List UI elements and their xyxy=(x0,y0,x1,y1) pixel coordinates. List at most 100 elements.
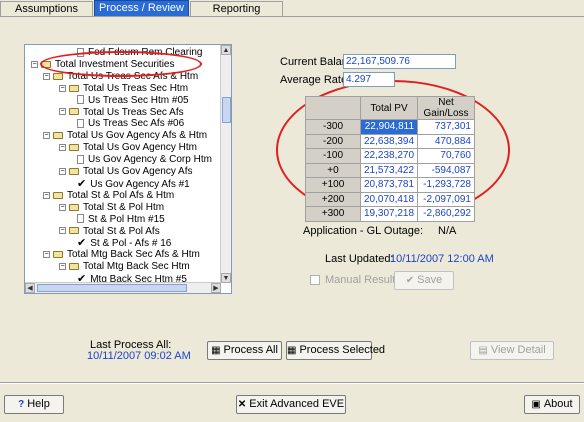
tree-item[interactable]: ✔ St & Pol - Afs # 16 xyxy=(77,237,171,249)
tree-item-label: Total Mtg Back Sec Afs & Htm xyxy=(67,249,200,261)
tree-item[interactable]: − Total St & Pol Afs xyxy=(59,226,160,238)
securities-tree[interactable]: ✔ Mtg Back Sec Htm #5− Total Mtg Back Sec … xyxy=(24,44,232,294)
tab-assumptions[interactable]: Assumptions xyxy=(0,1,93,17)
net-gain-loss-cell[interactable]: 737,301 xyxy=(417,119,475,135)
tree-item[interactable]: Us Treas Sec Htm #05 xyxy=(77,95,189,107)
collapse-icon[interactable]: − xyxy=(59,144,66,152)
tree-item-label: Us Gov Agency Afs #1 xyxy=(90,178,190,190)
header-total-pv: Total PV xyxy=(359,96,419,120)
table-row[interactable]: -100 22,238,270 70,760 xyxy=(305,148,475,164)
average-rate-field[interactable]: 4.297 xyxy=(343,72,395,87)
tree-horizontal-scrollbar[interactable]: ◀ ▶ xyxy=(25,282,221,293)
total-pv-cell[interactable]: 22,904,811 xyxy=(359,119,419,135)
footer-separator-highlight xyxy=(0,383,584,384)
tree-item-label: St & Pol Htm #15 xyxy=(88,213,165,225)
collapse-icon[interactable]: − xyxy=(59,167,66,175)
tree-item[interactable]: − Total Us Gov Agency Afs xyxy=(59,166,193,178)
total-pv-cell[interactable]: 22,238,270 xyxy=(359,148,419,164)
tree-item-label: Total Us Treas Sec Afs xyxy=(83,106,184,118)
document-icon xyxy=(77,154,84,164)
document-icon xyxy=(77,95,84,105)
net-gain-loss-cell[interactable]: -2,097,091 xyxy=(417,191,475,207)
tree-item[interactable]: Us Gov Agency & Corp Htm xyxy=(77,154,212,166)
tree-item[interactable]: St & Pol Htm #15 xyxy=(77,214,165,226)
net-gain-loss-cell[interactable]: 70,760 xyxy=(417,148,475,164)
tree-item[interactable]: − Total St & Pol Htm xyxy=(59,202,164,214)
table-row[interactable]: +0 21,573,422 -594,087 xyxy=(305,162,475,178)
tree-item-label: Total St & Pol Afs xyxy=(83,225,160,237)
save-button-label: Save xyxy=(417,274,443,286)
tree-item-label: Total Mtg Back Sec Htm xyxy=(83,261,190,273)
total-pv-cell[interactable]: 20,873,781 xyxy=(359,177,419,193)
shift-cell[interactable]: -100 xyxy=(305,148,361,164)
collapse-icon[interactable]: − xyxy=(59,84,66,92)
tree-item[interactable]: − Total Us Treas Sec Afs xyxy=(59,107,184,119)
collapse-icon[interactable]: − xyxy=(59,203,66,211)
total-pv-cell[interactable]: 21,573,422 xyxy=(359,162,419,178)
shift-cell[interactable]: +300 xyxy=(305,206,361,222)
tree-item[interactable]: − Total Mtg Back Sec Htm xyxy=(59,261,190,273)
tree-hscroll-thumb[interactable] xyxy=(37,284,187,292)
manual-results-checkbox[interactable] xyxy=(310,275,320,285)
collapse-icon[interactable]: − xyxy=(59,227,66,235)
shift-cell[interactable]: +0 xyxy=(305,162,361,178)
shift-cell[interactable]: -200 xyxy=(305,133,361,149)
folder-icon xyxy=(69,84,79,92)
net-gain-loss-cell[interactable]: -2,860,292 xyxy=(417,206,475,222)
process-all-button[interactable]: ▦ Process All xyxy=(207,341,282,360)
about-label: About xyxy=(543,398,573,410)
tree-item[interactable]: − Total Us Gov Agency Htm xyxy=(59,142,197,154)
collapse-icon[interactable]: − xyxy=(43,72,50,80)
tree-item[interactable]: − Total Us Gov Agency Afs & Htm xyxy=(43,130,207,142)
tab-reporting[interactable]: Reporting xyxy=(190,1,283,17)
tree-item-label: Total Us Gov Agency Htm xyxy=(83,142,197,154)
process-selected-button[interactable]: ▦ Process Selected xyxy=(286,341,385,360)
tab-process-review[interactable]: Process / Review xyxy=(94,0,189,17)
net-gain-loss-cell[interactable]: -594,087 xyxy=(417,162,475,178)
tree-item[interactable]: ✔ Us Gov Agency Afs #1 xyxy=(77,178,190,190)
current-balance-field[interactable]: 22,167,509.76 xyxy=(343,54,456,69)
shift-cell[interactable]: -300 xyxy=(305,119,361,135)
tree-item-label: Total St & Pol Afs & Htm xyxy=(67,189,175,201)
table-row[interactable]: -300 22,904,811 737,301 xyxy=(305,119,475,135)
shift-cell[interactable]: +100 xyxy=(305,177,361,193)
tree-item-label: Total St & Pol Htm xyxy=(83,201,165,213)
scroll-right-icon[interactable]: ▶ xyxy=(211,283,221,293)
scroll-down-icon[interactable]: ▼ xyxy=(221,273,231,283)
header-net-gain-loss: Net Gain/Loss xyxy=(417,96,475,120)
collapse-icon[interactable]: − xyxy=(43,251,50,259)
tab-bar: Assumptions Process / Review Reporting xyxy=(0,0,584,17)
table-row[interactable]: +100 20,873,781 -1,293,728 xyxy=(305,177,475,193)
total-pv-cell[interactable]: 19,307,218 xyxy=(359,206,419,222)
tree-item[interactable]: − Total Us Treas Sec Htm xyxy=(59,83,188,95)
help-button[interactable]: ? Help xyxy=(4,395,64,414)
total-pv-cell[interactable]: 20,070,418 xyxy=(359,191,419,207)
shift-cell[interactable]: +200 xyxy=(305,191,361,207)
about-button[interactable]: ▣ About xyxy=(524,395,580,414)
scroll-up-icon[interactable]: ▲ xyxy=(221,45,231,55)
collapse-icon[interactable]: − xyxy=(43,191,50,199)
detail-icon: ▤ xyxy=(478,345,488,356)
tree-item-label: St & Pol - Afs # 16 xyxy=(90,238,172,250)
total-pv-cell[interactable]: 22,638,394 xyxy=(359,133,419,149)
net-gain-loss-cell[interactable]: 470,884 xyxy=(417,133,475,149)
save-button[interactable]: ✔ Save xyxy=(394,271,454,290)
collapse-icon[interactable]: − xyxy=(43,132,50,140)
process-icon: ▦ xyxy=(287,345,297,356)
net-gain-loss-cell[interactable]: -1,293,728 xyxy=(417,177,475,193)
tree-item[interactable]: Us Treas Sec Afs #06 xyxy=(77,118,184,130)
collapse-icon[interactable]: − xyxy=(31,60,38,68)
table-row[interactable]: +200 20,070,418 -2,097,091 xyxy=(305,191,475,207)
collapse-icon[interactable]: − xyxy=(59,108,66,116)
view-detail-button[interactable]: ▤ View Detail xyxy=(470,341,554,360)
scroll-left-icon[interactable]: ◀ xyxy=(25,283,35,293)
tree-item[interactable]: − Total St & Pol Afs & Htm xyxy=(43,190,174,202)
table-row[interactable]: -200 22,638,394 470,884 xyxy=(305,133,475,149)
tree-vertical-scrollbar[interactable]: ▲ ▼ xyxy=(220,45,231,283)
tree-item[interactable]: − Total Mtg Back Sec Afs & Htm xyxy=(43,249,200,261)
collapse-icon[interactable]: − xyxy=(59,263,66,271)
header-shift xyxy=(305,96,361,120)
tree-vscroll-thumb[interactable] xyxy=(222,97,231,123)
exit-button[interactable]: ✕ Exit Advanced EVE xyxy=(236,395,346,414)
table-row[interactable]: +300 19,307,218 -2,860,292 xyxy=(305,206,475,222)
